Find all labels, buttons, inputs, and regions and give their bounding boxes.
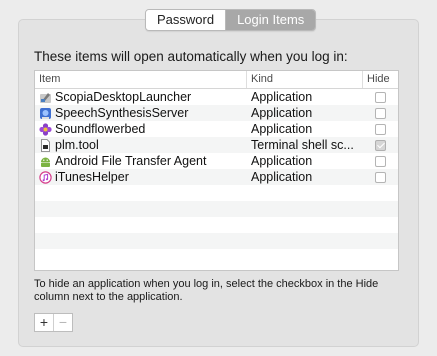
item-name: plm.tool — [55, 138, 99, 152]
item-name: SpeechSynthesisServer — [55, 106, 189, 120]
login-items-table: Item Kind Hide ScopiaDesktopLauncher App… — [34, 70, 399, 271]
android-app-icon — [39, 155, 52, 168]
column-header-kind[interactable]: Kind — [247, 71, 363, 88]
table-row[interactable]: iTunesHelper Application — [35, 169, 398, 185]
hide-checkbox[interactable] — [375, 171, 386, 183]
add-button[interactable]: + — [35, 314, 53, 331]
item-name: ScopiaDesktopLauncher — [55, 90, 192, 104]
hide-instructions: To hide an application when you log in, … — [34, 278, 379, 303]
table-header: Item Kind Hide — [35, 71, 398, 89]
item-kind: Application — [251, 122, 313, 136]
tab-bar: Password Login Items — [145, 9, 317, 31]
hide-checkbox[interactable] — [375, 91, 386, 103]
item-kind: Application — [251, 90, 313, 104]
empty-row — [35, 249, 398, 265]
item-name: Android File Transfer Agent — [55, 154, 207, 168]
hide-checkbox[interactable] — [375, 139, 386, 151]
launcher-app-icon — [39, 91, 52, 104]
column-header-item[interactable]: Item — [35, 71, 247, 88]
item-kind: Application — [251, 154, 313, 168]
item-name: iTunesHelper — [55, 170, 129, 184]
table-row[interactable]: SpeechSynthesisServer Application — [35, 105, 398, 121]
table-row[interactable]: ScopiaDesktopLauncher Application — [35, 89, 398, 105]
tab-login-items[interactable]: Login Items — [225, 10, 316, 30]
hide-checkbox[interactable] — [375, 107, 386, 119]
empty-row — [35, 185, 398, 201]
tab-password[interactable]: Password — [146, 10, 226, 30]
table-row[interactable]: plm.tool Terminal shell sc... — [35, 137, 398, 153]
item-kind: Application — [251, 106, 313, 120]
column-header-hide[interactable]: Hide — [363, 71, 398, 88]
page-heading: These items will open automatically when… — [34, 49, 348, 64]
table-row[interactable]: Soundflowerbed Application — [35, 121, 398, 137]
empty-row — [35, 201, 398, 217]
empty-row — [35, 233, 398, 249]
table-row[interactable]: Android File Transfer Agent Application — [35, 153, 398, 169]
flower-app-icon — [39, 122, 52, 136]
item-kind: Terminal shell sc... — [251, 138, 354, 152]
table-body: ScopiaDesktopLauncher Application Speech… — [35, 89, 398, 265]
terminal-script-icon — [39, 138, 52, 152]
empty-row — [35, 217, 398, 233]
speech-app-icon — [39, 107, 52, 120]
item-kind: Application — [251, 170, 313, 184]
add-remove-buttons: + − — [34, 313, 73, 332]
item-name: Soundflowerbed — [55, 122, 146, 136]
itunes-app-icon — [39, 170, 52, 184]
remove-button[interactable]: − — [53, 314, 72, 331]
hide-checkbox[interactable] — [375, 155, 386, 167]
hide-checkbox[interactable] — [375, 123, 386, 135]
